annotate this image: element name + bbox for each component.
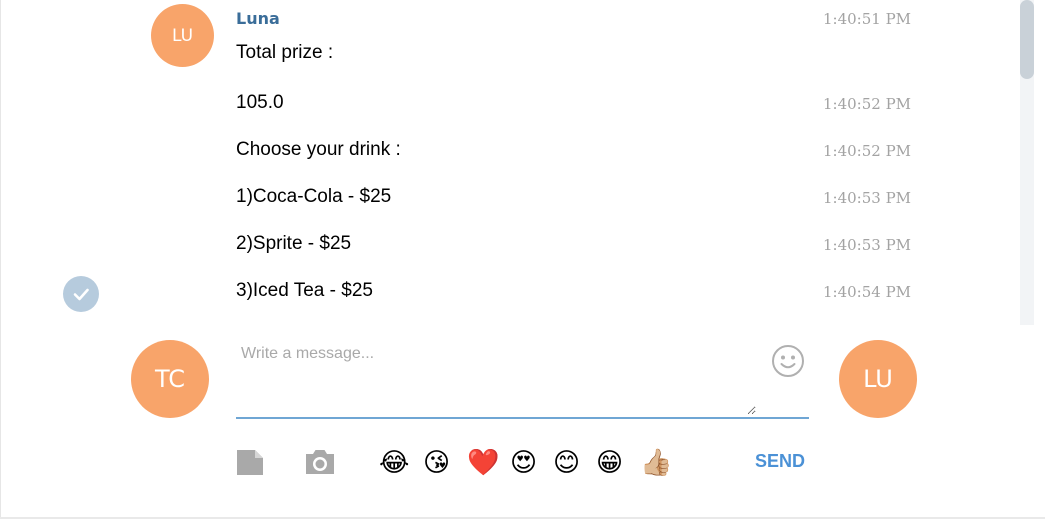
message-text: Choose your drink : — [236, 139, 401, 160]
message-text: 3)Iced Tea - $25 — [236, 280, 373, 301]
left-border — [0, 0, 1, 519]
read-status-checkmark-icon — [63, 276, 99, 312]
scrollbar-thumb[interactable] — [1020, 0, 1034, 79]
message-input[interactable] — [236, 335, 756, 415]
sender-avatar[interactable]: LU — [151, 4, 214, 67]
input-underline — [236, 417, 809, 419]
message-time: 1:40:54 PM — [823, 283, 912, 301]
emoji-grin-button[interactable]: 😁 — [596, 448, 623, 478]
message-text: 105.0 — [236, 92, 284, 113]
emoji-heart-button[interactable]: ❤️ — [467, 448, 499, 478]
message-text: 1)Coca-Cola - $25 — [236, 186, 392, 207]
my-avatar-initials: TC — [154, 365, 185, 393]
peer-avatar[interactable]: LU — [839, 340, 917, 418]
chat-window: LU Luna Total prize : 1:40:51 PM 105.0 1… — [0, 0, 1045, 519]
message-time: 1:40:52 PM — [823, 95, 912, 113]
send-button[interactable]: SEND — [755, 451, 805, 472]
smiley-face-icon[interactable] — [771, 344, 805, 378]
message-text: Total prize : — [236, 42, 334, 63]
message-time: 1:40:51 PM — [823, 10, 912, 28]
document-icon[interactable] — [236, 448, 264, 476]
peer-avatar-initials: LU — [863, 365, 893, 393]
emoji-joy-button[interactable]: 😂 — [379, 448, 409, 478]
sender-name[interactable]: Luna — [236, 9, 280, 28]
message-composer — [236, 335, 809, 419]
message-time: 1:40:53 PM — [823, 189, 912, 207]
emoji-blush-button[interactable]: 😊 — [553, 448, 580, 478]
message-text: 2)Sprite - $25 — [236, 233, 352, 254]
emoji-thumbs-up-button[interactable]: 👍🏼 — [640, 448, 672, 478]
message-time: 1:40:53 PM — [823, 236, 912, 254]
my-avatar[interactable]: TC — [131, 340, 209, 418]
emoji-heart-eyes-button[interactable]: 😍 — [510, 448, 537, 478]
emoji-kiss-button[interactable]: 😘 — [423, 448, 450, 478]
message-time: 1:40:52 PM — [823, 142, 912, 160]
sender-avatar-initials: LU — [171, 25, 194, 46]
camera-icon[interactable] — [304, 448, 336, 476]
